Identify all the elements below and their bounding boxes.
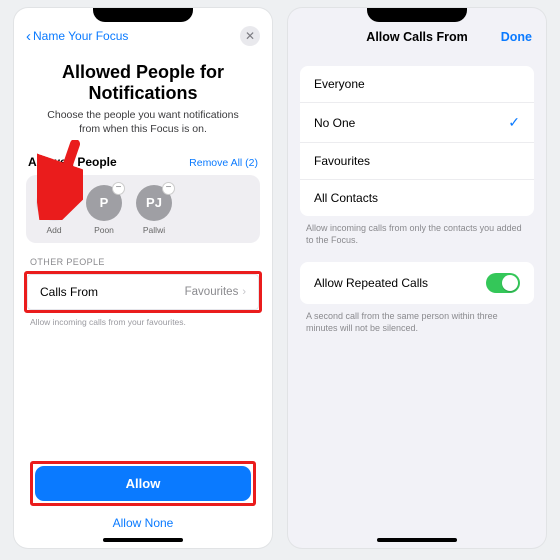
repeated-calls-row: Allow Repeated Calls bbox=[300, 262, 534, 304]
options-note: Allow incoming calls from only the conta… bbox=[288, 216, 546, 246]
minus-icon[interactable]: − bbox=[112, 182, 125, 195]
repeated-calls-note: A second call from the same person withi… bbox=[288, 304, 546, 334]
calls-from-hint: Allow incoming calls from your favourite… bbox=[14, 313, 272, 327]
options-card: Everyone No One ✓ Favourites All Contact… bbox=[300, 66, 534, 216]
bottom-actions: Allow Allow None bbox=[14, 461, 272, 530]
highlight-allow: Allow bbox=[30, 461, 256, 506]
calls-from-label: Calls From bbox=[40, 285, 98, 299]
close-button[interactable]: ✕ bbox=[240, 26, 260, 46]
option-label: All Contacts bbox=[314, 191, 378, 205]
avatar-name: Pallwi bbox=[143, 225, 165, 235]
repeated-calls-label: Allow Repeated Calls bbox=[314, 276, 428, 290]
minus-icon[interactable]: − bbox=[162, 182, 175, 195]
highlight-calls-from: Calls From Favourites › bbox=[24, 271, 262, 313]
chevron-left-icon: ‹ bbox=[26, 28, 31, 45]
option-label: Favourites bbox=[314, 154, 370, 168]
back-label: Name Your Focus bbox=[33, 29, 128, 43]
person-avatar[interactable]: − P Poon bbox=[86, 185, 122, 235]
option-label: Everyone bbox=[314, 77, 365, 91]
repeated-calls-card: Allow Repeated Calls bbox=[300, 262, 534, 304]
checkmark-icon: ✓ bbox=[508, 114, 520, 131]
person-avatar[interactable]: − PJ Pallwi bbox=[136, 185, 172, 235]
page-title: Allowed People for Notifications bbox=[14, 52, 272, 109]
home-indicator bbox=[377, 538, 457, 542]
repeated-calls-toggle[interactable] bbox=[486, 273, 520, 293]
close-icon: ✕ bbox=[245, 29, 255, 43]
remove-all-button[interactable]: Remove All (2) bbox=[189, 157, 258, 169]
chevron-right-icon: › bbox=[242, 286, 246, 298]
option-everyone[interactable]: Everyone bbox=[300, 66, 534, 103]
option-no-one[interactable]: No One ✓ bbox=[300, 103, 534, 143]
screen-allow-calls-from: Allow Calls From Done Everyone No One ✓ … bbox=[288, 8, 546, 548]
back-button[interactable]: ‹ Name Your Focus bbox=[26, 28, 128, 45]
add-label: Add bbox=[46, 225, 61, 235]
other-people-header: OTHER PEOPLE bbox=[14, 243, 272, 271]
home-indicator bbox=[103, 538, 183, 542]
notch bbox=[367, 8, 467, 22]
screen-allowed-people: ‹ Name Your Focus ✕ Allowed People for N… bbox=[14, 8, 272, 548]
notch bbox=[93, 8, 193, 22]
allow-button[interactable]: Allow bbox=[35, 466, 251, 501]
annotation-arrow bbox=[37, 140, 83, 220]
option-all-contacts[interactable]: All Contacts bbox=[300, 180, 534, 216]
calls-from-value: Favourites bbox=[185, 286, 239, 298]
option-label: No One bbox=[314, 116, 355, 130]
option-favourites[interactable]: Favourites bbox=[300, 143, 534, 180]
avatar-name: Poon bbox=[94, 225, 114, 235]
done-button[interactable]: Done bbox=[501, 30, 532, 44]
allow-none-button[interactable]: Allow None bbox=[30, 506, 256, 530]
calls-from-row[interactable]: Calls From Favourites › bbox=[27, 274, 259, 310]
